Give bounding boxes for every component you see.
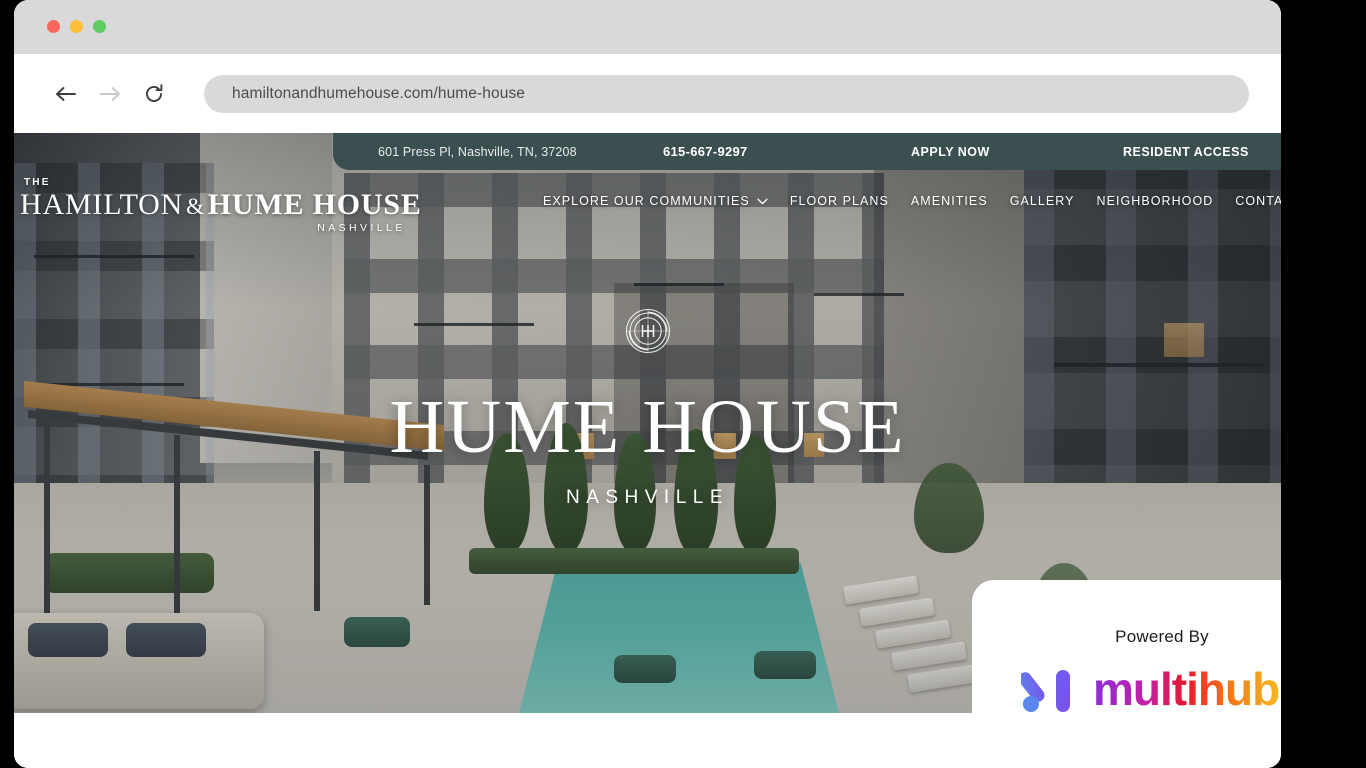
nav-item-neighborhood[interactable]: NEIGHBORHOOD	[1086, 190, 1225, 212]
back-button[interactable]	[44, 74, 88, 114]
logo-the-text: THE	[24, 177, 51, 188]
powered-by-label: Powered By	[1115, 626, 1209, 646]
browser-titlebar	[14, 0, 1281, 54]
logo-name-text: HAMILTON & HUME HOUSE	[20, 190, 422, 220]
nav-label: AMENITIES	[910, 194, 988, 208]
multihub-wordmark: multihub	[1093, 663, 1281, 714]
multihub-logo[interactable]: multihub	[1018, 663, 1281, 714]
window-controls	[47, 20, 106, 33]
address-bar-input[interactable]	[204, 74, 1249, 113]
nav-item-gallery[interactable]: GALLERY	[999, 190, 1086, 212]
browser-toolbar	[14, 54, 1281, 133]
phone-link[interactable]: 615-667-9297	[663, 144, 748, 159]
nav-item-explore-our-communities[interactable]: EXPLORE OUR COMMUNITIES	[532, 190, 779, 212]
browser-nav-buttons	[44, 74, 176, 114]
nav-label: EXPLORE OUR COMMUNITIES	[543, 194, 750, 208]
utility-bar: 601 Press Pl, Nashville, TN, 37208 615-6…	[333, 133, 1281, 170]
logo-city-text: NASHVILLE	[317, 222, 406, 234]
nav-item-amenities[interactable]: AMENITIES	[900, 190, 999, 212]
maximize-window-button[interactable]	[93, 20, 106, 33]
website-viewport: 601 Press Pl, Nashville, TN, 37208 615-6…	[14, 133, 1281, 768]
logo-ampersand: &	[186, 194, 205, 219]
site-logo[interactable]: THE HAMILTON & HUME HOUSE NASHVILLE	[20, 178, 422, 234]
nav-label: NEIGHBORHOOD	[1096, 194, 1214, 208]
forward-button[interactable]	[88, 74, 132, 114]
logo-humehouse-text: HUME HOUSE	[207, 188, 422, 221]
multihub-mark-icon	[1018, 668, 1079, 714]
hero-section: 601 Press Pl, Nashville, TN, 37208 615-6…	[14, 133, 1281, 713]
powered-by-card: Powered By multihub	[972, 580, 1281, 713]
main-navigation: EXPLORE OUR COMMUNITIES FLOOR PLANS AMEN…	[532, 190, 1281, 212]
arrow-left-icon	[56, 86, 76, 101]
arrow-right-icon	[100, 86, 120, 101]
browser-window: 601 Press Pl, Nashville, TN, 37208 615-6…	[14, 0, 1281, 768]
nav-label: GALLERY	[1009, 194, 1075, 208]
site-header: THE HAMILTON & HUME HOUSE NASHVILLE EXPLOR…	[14, 170, 1281, 234]
nav-label: FLOOR PLANS	[789, 194, 889, 208]
chevron-down-icon	[757, 194, 768, 208]
resident-access-link[interactable]: RESIDENT ACCESS	[1123, 145, 1249, 159]
svg-text:multihub: multihub	[1093, 665, 1279, 714]
nav-label: CONTACT	[1235, 194, 1281, 208]
close-window-button[interactable]	[47, 20, 60, 33]
address-text: 601 Press Pl, Nashville, TN, 37208	[378, 144, 577, 159]
apply-now-link[interactable]: APPLY NOW	[911, 145, 990, 159]
reload-icon	[146, 83, 163, 102]
reload-button[interactable]	[132, 74, 176, 114]
nav-item-floor-plans[interactable]: FLOOR PLANS	[779, 190, 900, 212]
logo-hamilton-text: HAMILTON	[20, 188, 184, 221]
nav-item-contact[interactable]: CONTACT	[1224, 190, 1281, 212]
minimize-window-button[interactable]	[70, 20, 83, 33]
